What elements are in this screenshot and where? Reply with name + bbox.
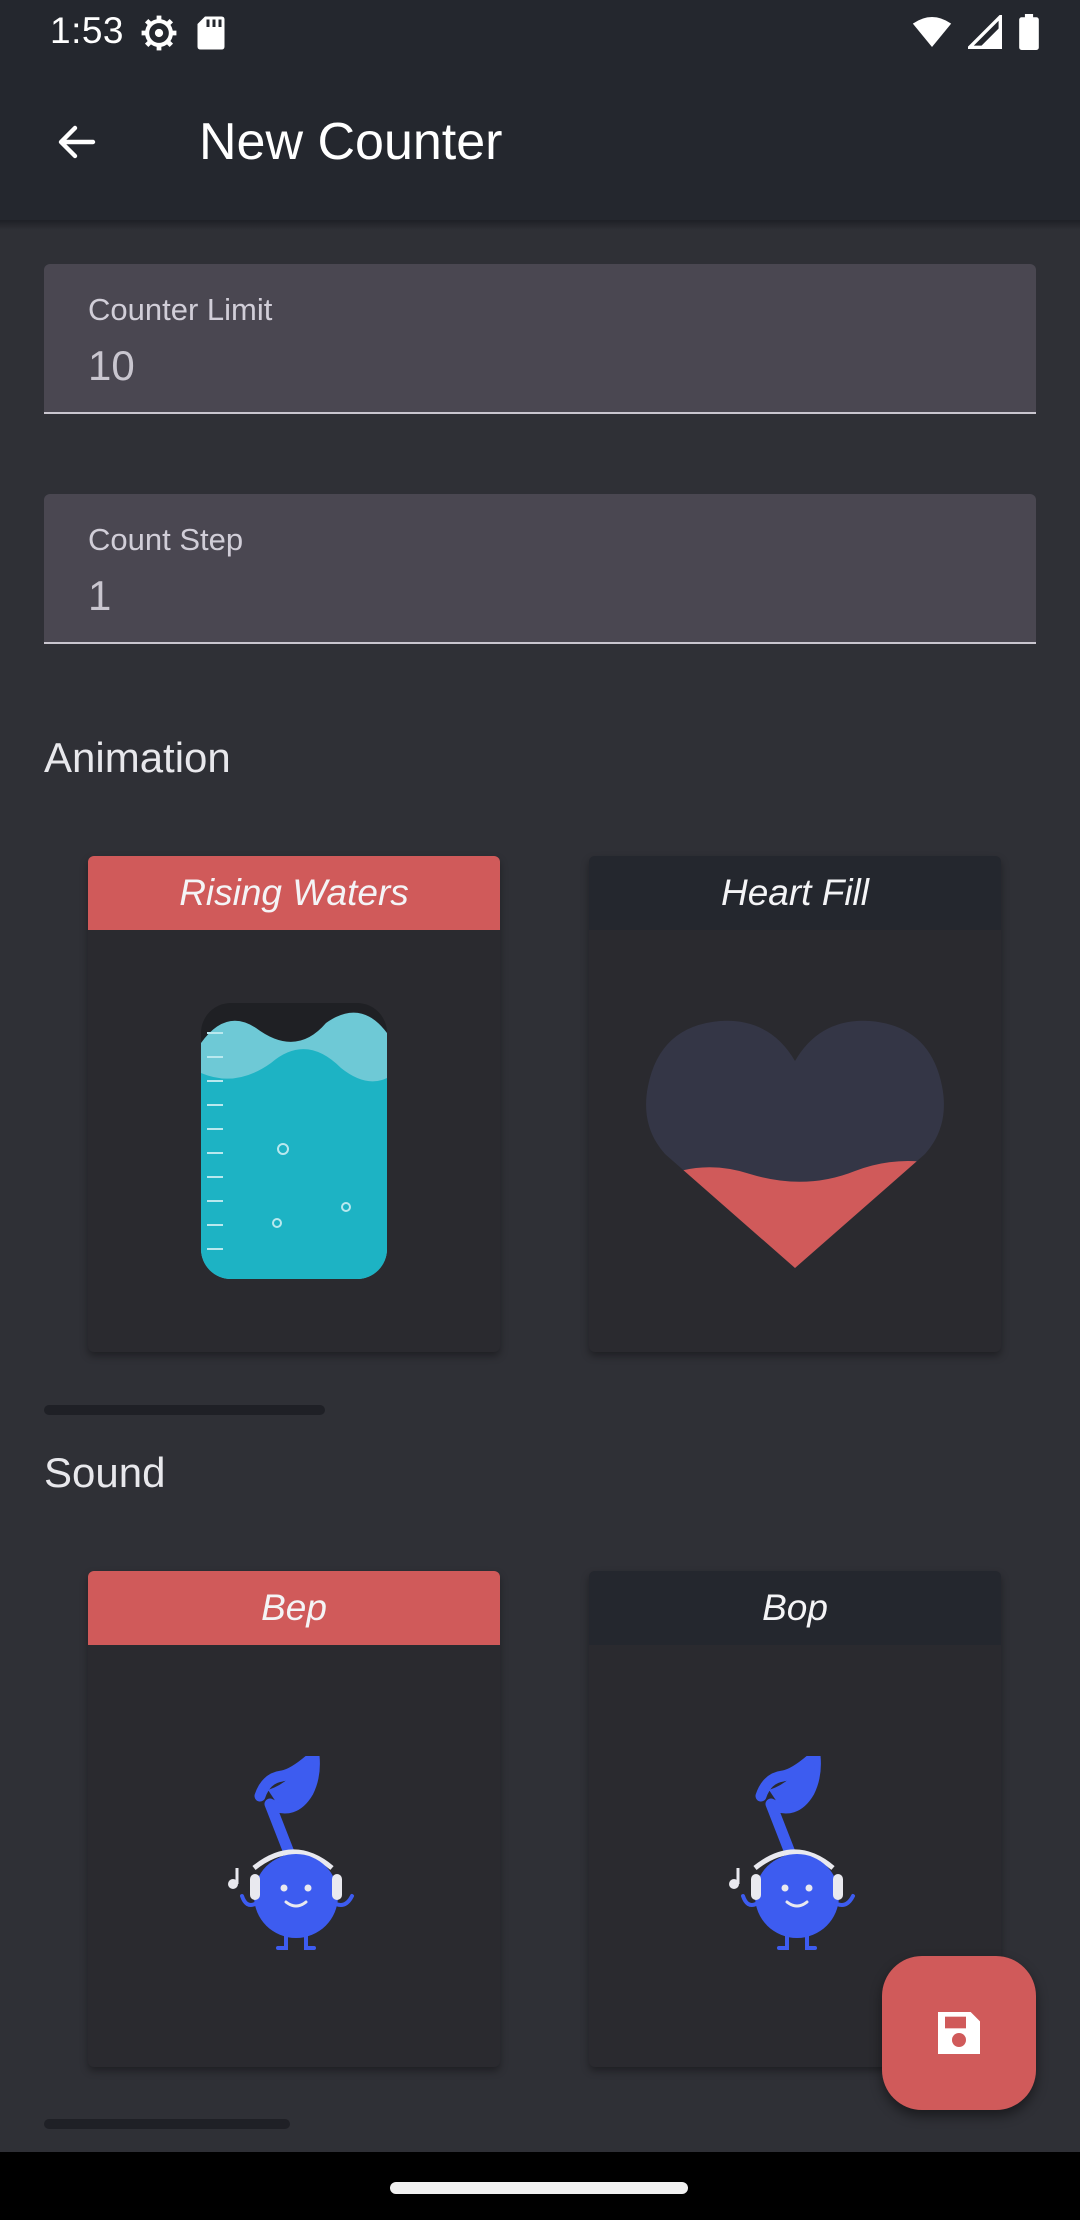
sound-option-label: Bep: [88, 1571, 500, 1645]
page-title: New Counter: [199, 113, 503, 171]
signal-icon: [968, 15, 1002, 49]
animation-option-heart-fill[interactable]: Heart Fill: [589, 856, 1001, 1352]
animation-section-title: Animation: [44, 734, 231, 781]
counter-limit-field[interactable]: Counter Limit: [44, 264, 1036, 414]
sound-option-bep[interactable]: Bep: [88, 1571, 500, 2067]
home-gesture-handle[interactable]: [390, 2182, 688, 2194]
rising-waters-illustration: [201, 1003, 387, 1279]
animation-option-label: Heart Fill: [589, 856, 1001, 930]
sd-card-icon: [197, 16, 225, 50]
count-step-input[interactable]: [88, 572, 988, 620]
animation-option-label: Rising Waters: [88, 856, 500, 930]
section-divider: [44, 2119, 290, 2129]
counter-limit-label: Counter Limit: [88, 292, 273, 327]
count-step-label: Count Step: [88, 522, 244, 557]
save-icon: [938, 2012, 980, 2054]
section-divider: [44, 1405, 325, 1415]
music-note-mascot-illustration: [228, 1756, 354, 1950]
sound-option-label: Bop: [589, 1571, 1001, 1645]
animation-option-rising-waters[interactable]: Rising Waters: [88, 856, 500, 1352]
status-bar: 1:53: [0, 0, 1080, 66]
settings-icon: [141, 15, 177, 51]
app-bar: New Counter: [0, 66, 1080, 220]
status-time: 1:53: [50, 10, 125, 51]
sound-section-title: Sound: [44, 1449, 166, 1496]
battery-icon: [1019, 14, 1039, 50]
heart-fill-illustration: [646, 1020, 944, 1268]
save-button[interactable]: [882, 1956, 1036, 2110]
back-button[interactable]: [42, 107, 112, 177]
music-note-mascot-illustration: [729, 1756, 855, 1950]
count-step-field[interactable]: Count Step: [44, 494, 1036, 644]
arrow-back-icon: [58, 125, 96, 159]
counter-limit-input[interactable]: [88, 342, 988, 390]
wifi-icon: [912, 17, 952, 47]
navigation-bar: [0, 2152, 1080, 2220]
